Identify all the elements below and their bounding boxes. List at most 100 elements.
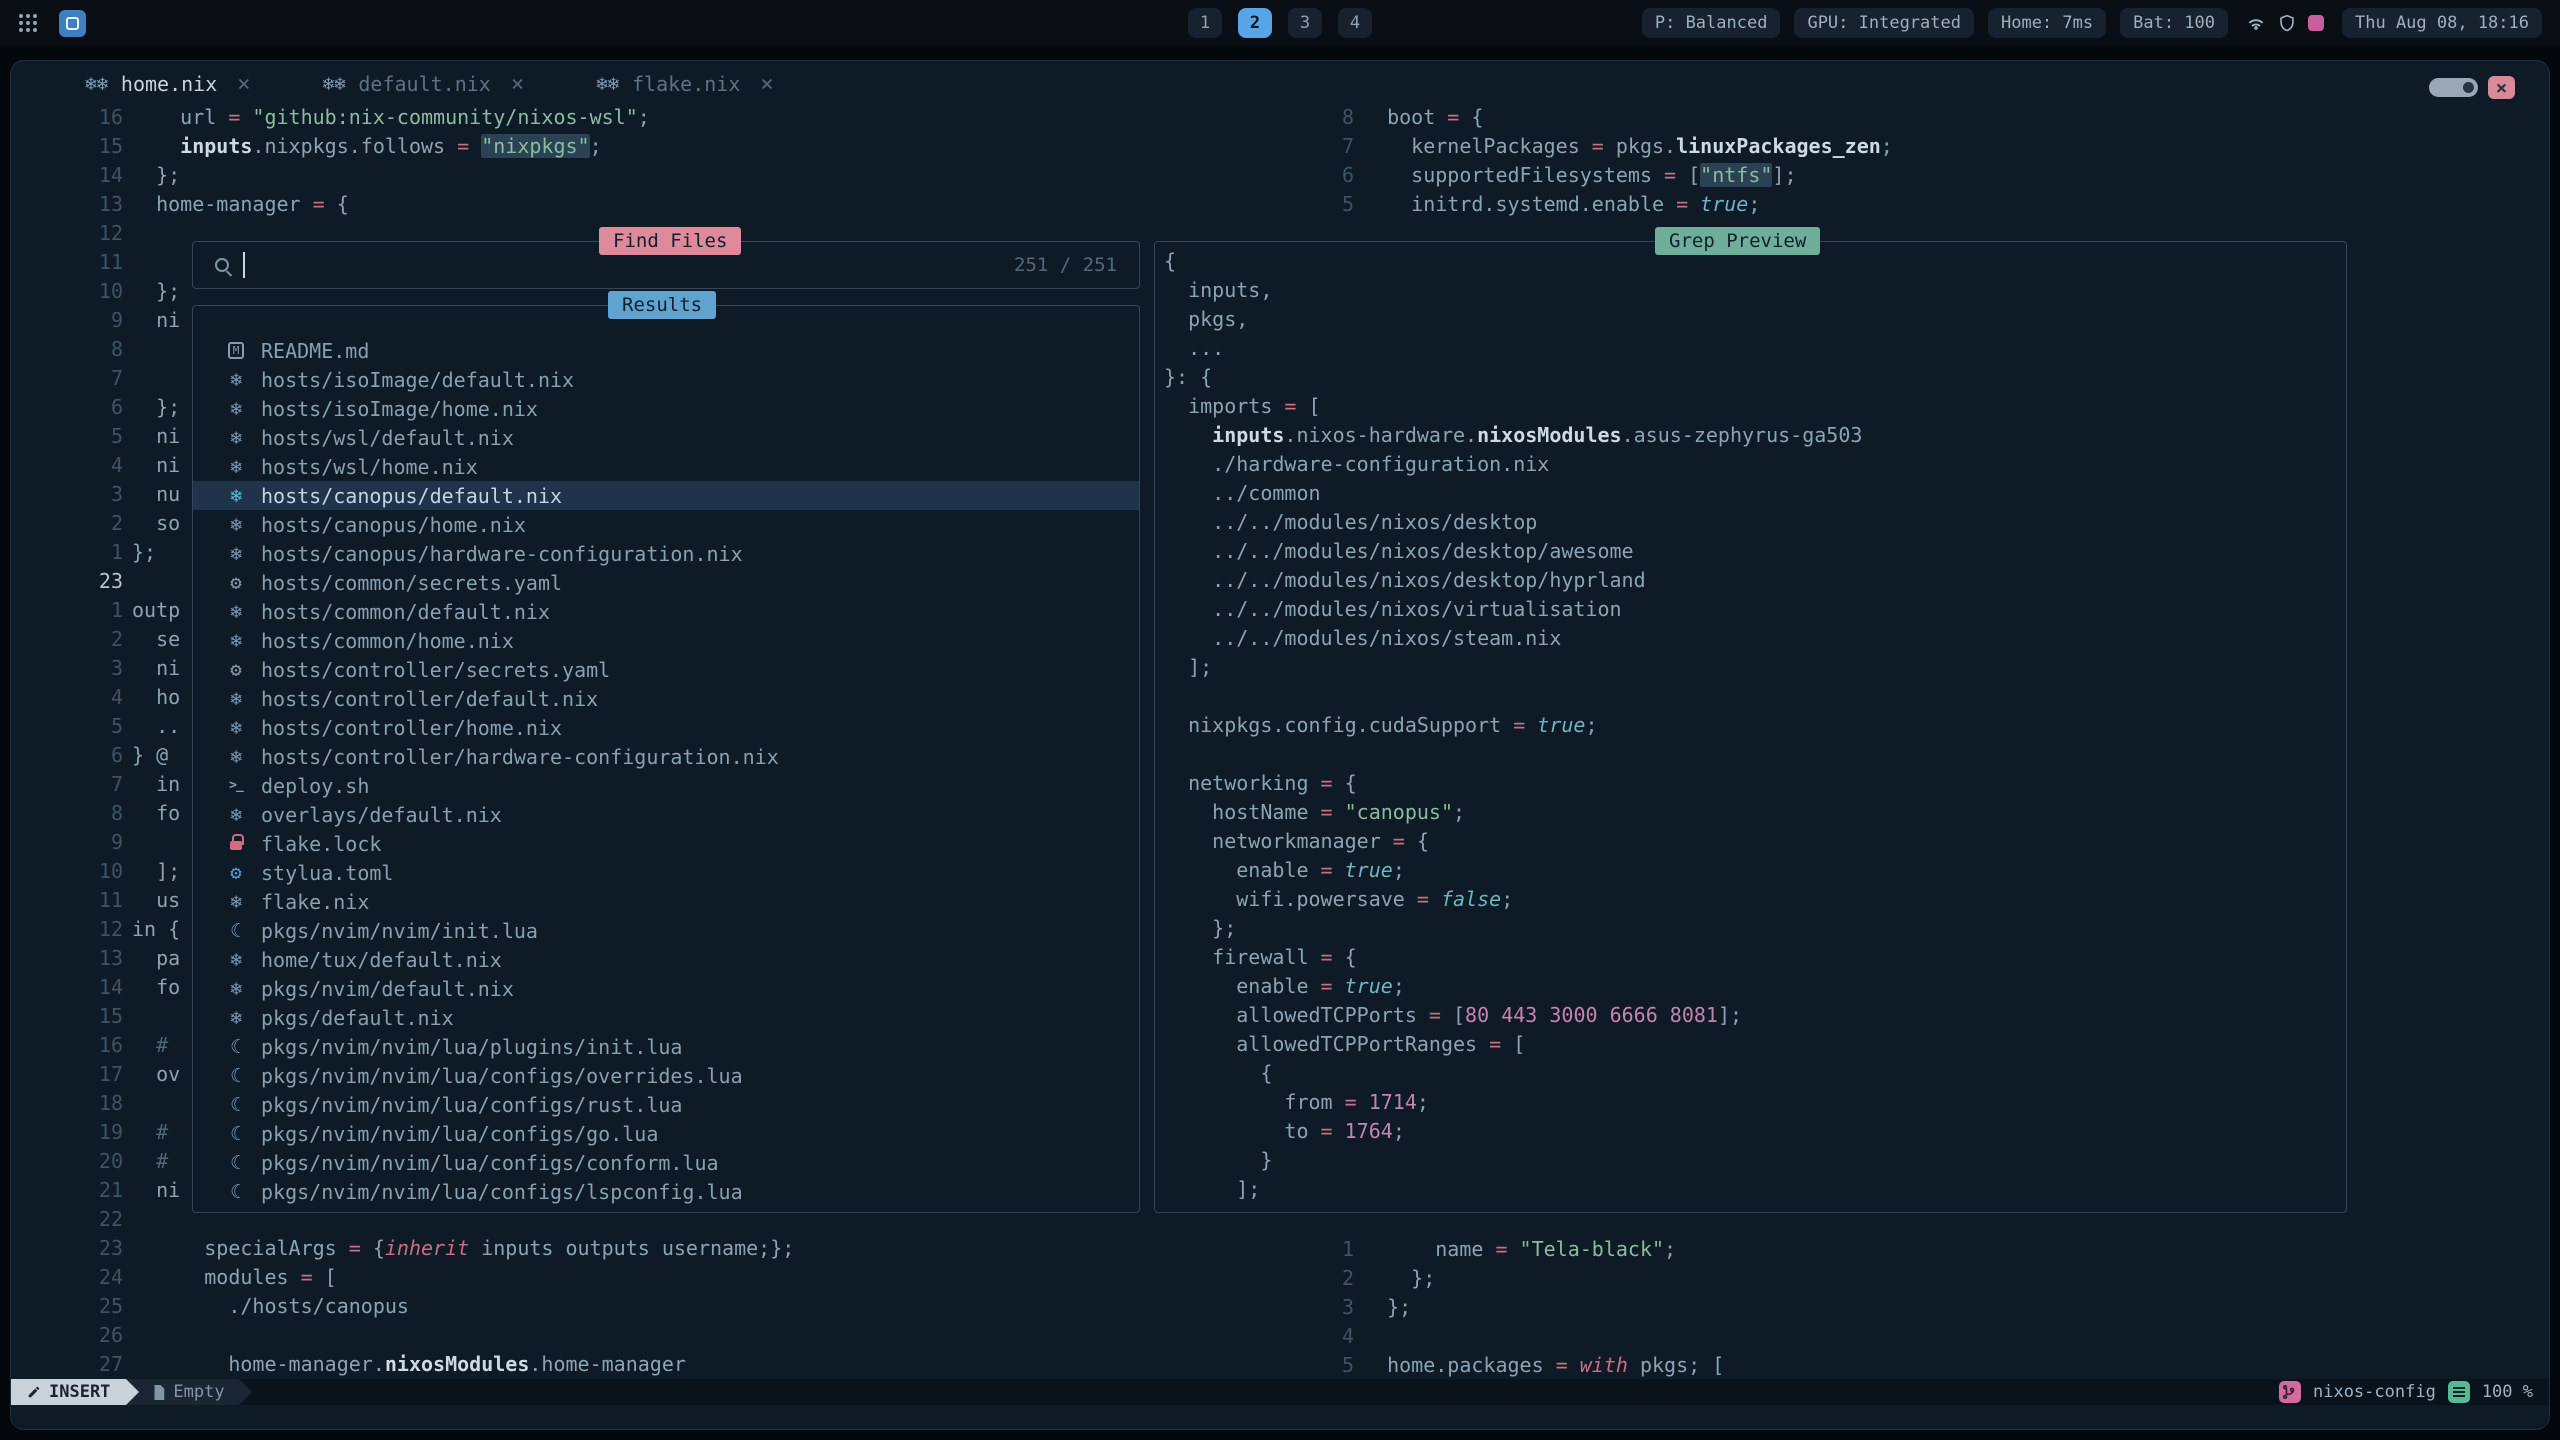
- color-swatch-icon[interactable]: [2308, 15, 2324, 31]
- tab-close-icon[interactable]: [760, 72, 773, 97]
- code-line[interactable]: 16 url = "github:nix-community/nixos-wsl…: [11, 103, 1196, 132]
- code-line[interactable]: 25 ./hosts/canopus: [11, 1292, 1196, 1321]
- wifi-icon[interactable]: [2246, 15, 2266, 31]
- code-line[interactable]: 13 home-manager = {: [11, 190, 1196, 219]
- result-item[interactable]: hosts/controller/hardware-configuration.…: [193, 742, 1139, 771]
- result-item[interactable]: hosts/common/secrets.yaml: [193, 568, 1139, 597]
- result-item[interactable]: pkgs/nvim/nvim/lua/configs/conform.lua: [193, 1148, 1139, 1177]
- workspace-button-1[interactable]: 1: [1188, 8, 1222, 38]
- result-item[interactable]: hosts/controller/default.nix: [193, 684, 1139, 713]
- nix-file-icon: ❄: [85, 73, 108, 95]
- code-line[interactable]: 4: [1251, 1322, 2541, 1351]
- result-path: hosts/controller/secrets.yaml: [261, 658, 610, 682]
- result-path: home/tux/default.nix: [261, 948, 502, 972]
- preview-line: {: [1164, 1061, 2346, 1090]
- result-item[interactable]: pkgs/nvim/nvim/lua/configs/overrides.lua: [193, 1061, 1139, 1090]
- line-number: 4: [11, 451, 123, 480]
- result-item[interactable]: hosts/wsl/default.nix: [193, 423, 1139, 452]
- result-item[interactable]: flake.nix: [193, 887, 1139, 916]
- line-text: };: [132, 277, 180, 306]
- code-line[interactable]: 26: [11, 1321, 1196, 1350]
- result-item[interactable]: pkgs/nvim/nvim/lua/configs/lspconfig.lua: [193, 1177, 1139, 1206]
- code-line[interactable]: 1 name = "Tela-black";: [1251, 1235, 2541, 1264]
- window-app-icon[interactable]: [59, 10, 86, 37]
- preview-window: { inputs, pkgs, ...}: { imports = [ inpu…: [1154, 241, 2347, 1213]
- code-line[interactable]: 8 boot = {: [1251, 103, 2541, 132]
- result-item[interactable]: pkgs/nvim/nvim/init.lua: [193, 916, 1139, 945]
- result-item[interactable]: hosts/isoImage/home.nix: [193, 394, 1139, 423]
- result-item[interactable]: home/tux/default.nix: [193, 945, 1139, 974]
- result-item[interactable]: hosts/wsl/home.nix: [193, 452, 1139, 481]
- result-item[interactable]: pkgs/nvim/nvim/lua/plugins/init.lua: [193, 1032, 1139, 1061]
- nix-file-icon: [223, 539, 249, 568]
- result-item[interactable]: pkgs/default.nix: [193, 1003, 1139, 1032]
- code-line[interactable]: 27 home-manager.nixosModules.home-manage…: [11, 1350, 1196, 1379]
- result-item[interactable]: README.md: [193, 336, 1139, 365]
- window-toggle-button[interactable]: [2429, 78, 2478, 97]
- preview-line: enable = true;: [1164, 858, 2346, 887]
- result-item[interactable]: flake.lock: [193, 829, 1139, 858]
- code-line[interactable]: 24 modules = [: [11, 1263, 1196, 1292]
- workspace-button-3[interactable]: 3: [1288, 8, 1322, 38]
- result-item[interactable]: hosts/canopus/home.nix: [193, 510, 1139, 539]
- result-item[interactable]: hosts/controller/secrets.yaml: [193, 655, 1139, 684]
- code-line[interactable]: 6 supportedFilesystems = ["ntfs"];: [1251, 161, 2541, 190]
- workspace-button-4[interactable]: 4: [1338, 8, 1372, 38]
- result-item[interactable]: hosts/isoImage/default.nix: [193, 365, 1139, 394]
- app-launcher-icon[interactable]: [18, 13, 39, 34]
- preview-line: allowedTCPPortRanges = [: [1164, 1032, 2346, 1061]
- result-item[interactable]: hosts/controller/home.nix: [193, 713, 1139, 742]
- code-line[interactable]: 15 inputs.nixpkgs.follows = "nixpkgs";: [11, 132, 1196, 161]
- preview-line: ../common: [1164, 481, 2346, 510]
- nix-file-icon: [223, 800, 249, 829]
- result-item[interactable]: hosts/common/default.nix: [193, 597, 1139, 626]
- line-number: 7: [11, 770, 123, 799]
- result-item[interactable]: pkgs/nvim/nvim/lua/configs/go.lua: [193, 1119, 1139, 1148]
- workspace-button-2[interactable]: 2: [1238, 8, 1272, 38]
- code-right-top[interactable]: 8 boot = {7 kernelPackages = pkgs.linuxP…: [1251, 103, 2541, 219]
- lua-file-icon: [223, 1032, 249, 1061]
- result-item[interactable]: hosts/canopus/default.nix: [193, 481, 1139, 510]
- code-line[interactable]: 5 home.packages = with pkgs; [: [1251, 1351, 2541, 1380]
- line-number: 10: [11, 277, 123, 306]
- line-number: 5: [1251, 190, 1354, 219]
- result-item[interactable]: hosts/canopus/hardware-configuration.nix: [193, 539, 1139, 568]
- code-line[interactable]: 3 };: [1251, 1293, 2541, 1322]
- tab-home.nix[interactable]: ❄home.nix: [85, 72, 250, 97]
- line-text: inputs.nixpkgs.follows = "nixpkgs";: [132, 132, 602, 161]
- pencil-icon: [27, 1385, 41, 1399]
- tab-close-icon[interactable]: [237, 72, 250, 97]
- line-number: 18: [11, 1089, 123, 1118]
- line-number: 7: [11, 364, 123, 393]
- result-item[interactable]: stylua.toml: [193, 858, 1139, 887]
- result-path: pkgs/nvim/nvim/lua/configs/go.lua: [261, 1122, 658, 1146]
- tab-flake.nix[interactable]: ❄flake.nix: [596, 72, 774, 97]
- result-item[interactable]: hosts/common/home.nix: [193, 626, 1139, 655]
- line-number: 2: [1251, 1264, 1354, 1293]
- workspaces: 1234: [1188, 8, 1372, 38]
- result-item[interactable]: pkgs/nvim/default.nix: [193, 974, 1139, 1003]
- shield-icon[interactable]: [2279, 14, 2295, 32]
- code-line[interactable]: 5 initrd.systemd.enable = true;: [1251, 190, 2541, 219]
- line-number: 19: [11, 1118, 123, 1147]
- code-line[interactable]: 2 };: [1251, 1264, 2541, 1293]
- result-path: overlays/default.nix: [261, 803, 502, 827]
- code-line[interactable]: 7 kernelPackages = pkgs.linuxPackages_ze…: [1251, 132, 2541, 161]
- code-line[interactable]: 23 specialArgs = {inherit inputs outputs…: [11, 1234, 1196, 1263]
- mode-indicator: INSERT: [11, 1379, 126, 1405]
- window-close-button[interactable]: [2488, 76, 2515, 99]
- line-text: ..: [132, 712, 180, 741]
- tabbar: ❄home.nix ❄default.nix ❄flake.nix: [11, 61, 2549, 107]
- nix-file-icon: ❄: [596, 73, 619, 95]
- result-item[interactable]: overlays/default.nix: [193, 800, 1139, 829]
- result-item[interactable]: pkgs/nvim/nvim/lua/configs/rust.lua: [193, 1090, 1139, 1119]
- result-item[interactable]: deploy.sh: [193, 771, 1139, 800]
- nix-file-icon: [223, 394, 249, 423]
- tab-close-icon[interactable]: [511, 72, 524, 97]
- tab-default.nix[interactable]: ❄default.nix: [322, 72, 524, 97]
- code-right-bottom[interactable]: 1 name = "Tela-black";2 };3 };45 home.pa…: [1251, 1235, 2541, 1380]
- result-path: pkgs/nvim/nvim/lua/configs/lspconfig.lua: [261, 1180, 743, 1204]
- line-number: 2: [11, 509, 123, 538]
- code-line[interactable]: 14 };: [11, 161, 1196, 190]
- line-text: us: [132, 886, 180, 915]
